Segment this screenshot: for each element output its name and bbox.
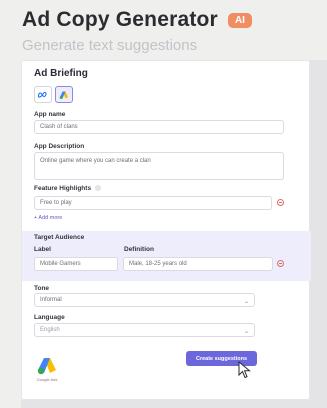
feature-highlights-label: Feature Highlights <box>34 185 102 192</box>
audience-label-header: Label <box>34 246 51 253</box>
app-description-label: App Description <box>34 143 85 150</box>
ad-briefing-card: Ad Briefing App name Clash of clans App … <box>21 60 311 400</box>
audience-label-input[interactable]: Mobile Gamers <box>34 257 118 271</box>
app-description-input[interactable]: Online game where you can create a clan <box>34 152 284 180</box>
language-label: Language <box>34 314 65 321</box>
google-ads-label: Google Ads <box>36 377 58 382</box>
audience-definition-header: Definition <box>124 246 154 253</box>
platform-google-ads-button[interactable] <box>55 86 73 103</box>
google-ads-logo-icon <box>37 358 56 375</box>
feature-highlight-value: Free to play <box>40 200 72 206</box>
chevron-down-icon: ⌄ <box>243 299 249 305</box>
info-icon <box>95 185 102 192</box>
page-subtitle: Generate text suggestions <box>22 37 198 54</box>
feature-highlight-input[interactable]: Free to play <box>34 196 272 210</box>
language-select[interactable]: English ⌄ <box>34 323 255 337</box>
background-panel-bottom <box>21 400 327 408</box>
feature-highlights-label-text: Feature Highlights <box>34 185 92 192</box>
add-more-link[interactable]: + Add more <box>34 215 62 221</box>
platform-meta-button[interactable] <box>34 86 52 103</box>
audience-label-value: Mobile Gamers <box>40 261 81 267</box>
background-panel <box>310 60 327 408</box>
audience-definition-input[interactable]: Male, 18-25 years old <box>123 257 273 271</box>
mouse-cursor-icon <box>238 361 251 379</box>
remove-feature-icon[interactable] <box>277 199 284 206</box>
meta-icon <box>37 91 47 98</box>
app-name-input[interactable]: Clash of clans <box>34 120 284 134</box>
platform-selector <box>34 86 73 103</box>
card-title: Ad Briefing <box>34 68 88 79</box>
remove-audience-icon[interactable] <box>277 260 284 267</box>
app-description-value: Online game where you can create a clan <box>40 158 151 164</box>
page-header: Ad Copy Generator AI Generate text sugge… <box>22 8 319 54</box>
app-name-value: Clash of clans <box>40 124 78 130</box>
tone-label: Tone <box>34 285 50 292</box>
google-ads-icon <box>59 91 68 99</box>
target-audience-section: Target Audience Label Definition Mobile … <box>22 231 311 281</box>
tone-select[interactable]: Informal ⌄ <box>34 293 255 307</box>
tone-value: Informal <box>40 297 62 303</box>
target-audience-title: Target Audience <box>34 234 85 241</box>
audience-definition-value: Male, 18-25 years old <box>129 261 187 267</box>
language-value: English <box>40 327 60 333</box>
page-title: Ad Copy Generator <box>22 8 218 31</box>
ai-badge: AI <box>227 12 252 28</box>
app-name-label: App name <box>34 111 66 118</box>
chevron-down-icon: ⌄ <box>243 329 249 335</box>
